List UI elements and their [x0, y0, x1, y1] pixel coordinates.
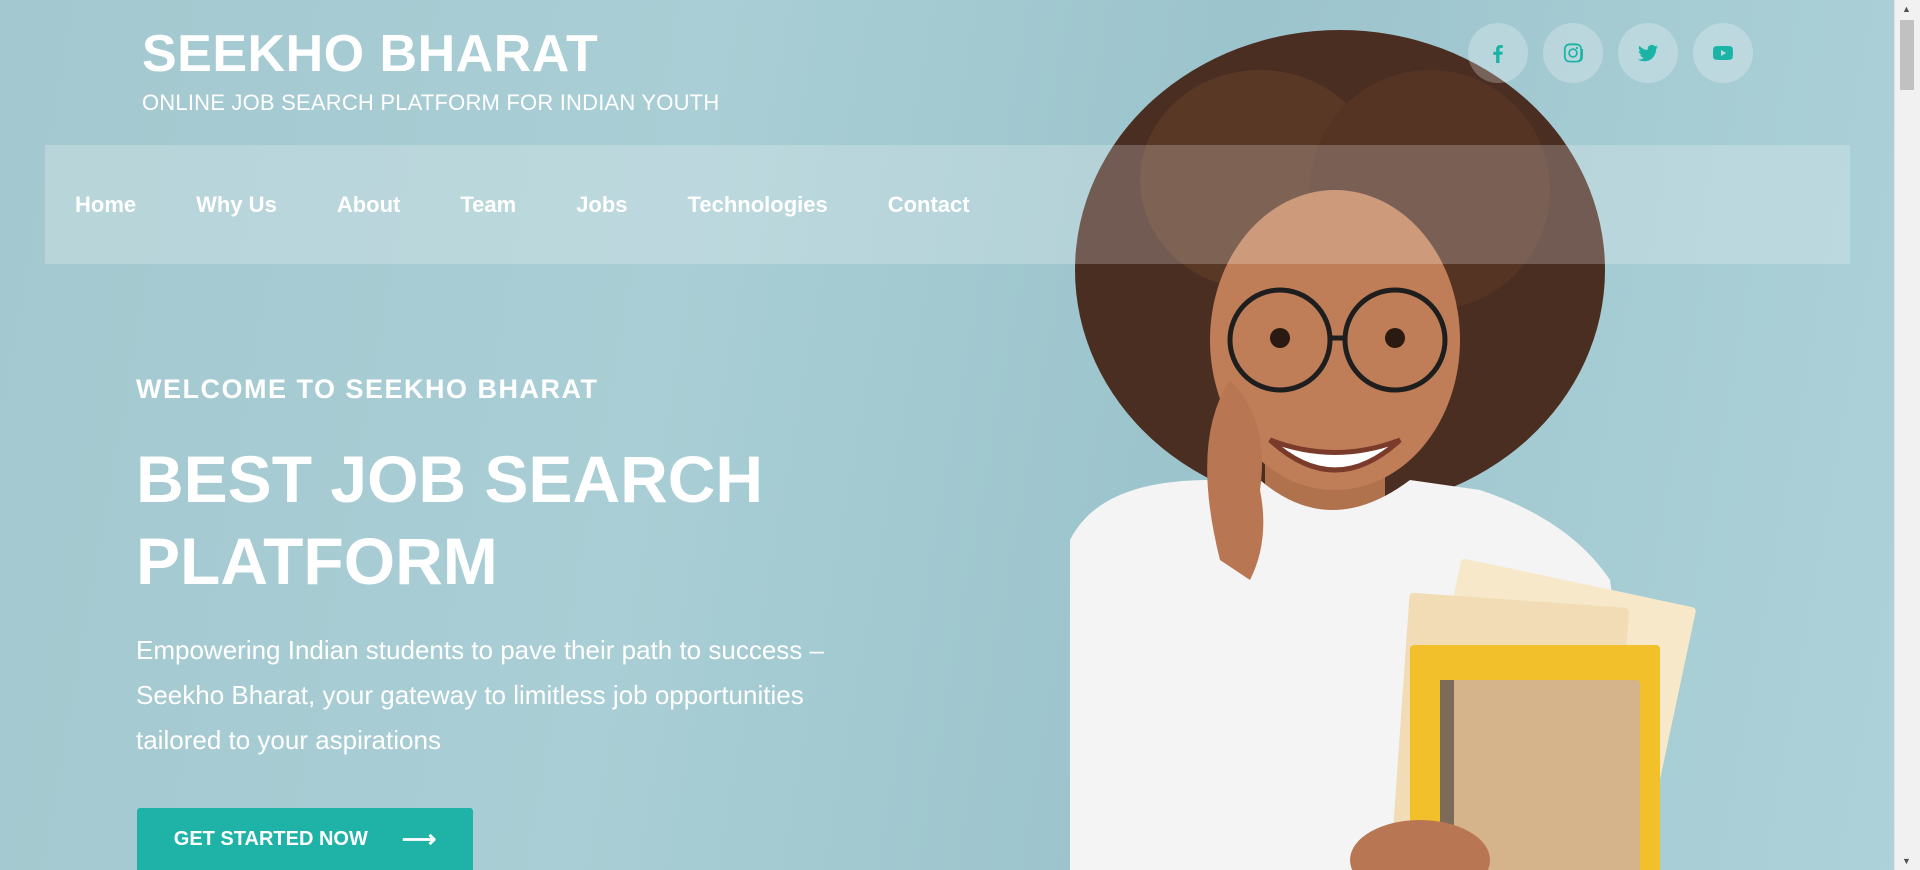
- nav-about[interactable]: About: [337, 192, 401, 218]
- scroll-thumb[interactable]: [1900, 20, 1914, 90]
- social-links: [1468, 23, 1753, 83]
- landing-page: SEEKHO BHARAT ONLINE JOB SEARCH PLATFORM…: [0, 0, 1920, 870]
- hero-kicker: WELCOME TO SEEKHO BHARAT: [136, 374, 599, 404]
- hero-headline: BEST JOB SEARCH PLATFORM: [136, 442, 764, 598]
- facebook-icon: [1493, 45, 1503, 63]
- get-started-label: GET STARTED NOW: [173, 827, 368, 850]
- youtube-link[interactable]: [1693, 23, 1753, 83]
- youtube-icon: [1713, 46, 1733, 60]
- scroll-up-icon[interactable]: ▲: [1902, 4, 1911, 14]
- main-navigation: Home Why Us About Team Jobs Technologies…: [45, 145, 1850, 264]
- site-tagline: ONLINE JOB SEARCH PLATFORM FOR INDIAN YO…: [142, 90, 720, 115]
- nav-team[interactable]: Team: [460, 192, 516, 218]
- instagram-icon: [1563, 43, 1583, 63]
- nav-why-us[interactable]: Why Us: [196, 192, 277, 218]
- instagram-link[interactable]: [1543, 23, 1603, 83]
- twitter-link[interactable]: [1618, 23, 1678, 83]
- nav-jobs[interactable]: Jobs: [576, 192, 627, 218]
- facebook-link[interactable]: [1468, 23, 1528, 83]
- nav-technologies[interactable]: Technologies: [688, 192, 828, 218]
- get-started-button[interactable]: GET STARTED NOW ⟶: [137, 808, 473, 870]
- twitter-icon: [1638, 44, 1658, 62]
- hero-description: Empowering Indian students to pave their…: [136, 635, 824, 755]
- site-title[interactable]: SEEKHO BHARAT: [142, 24, 719, 84]
- nav-contact[interactable]: Contact: [888, 192, 970, 218]
- arrow-right-icon: ⟶: [401, 825, 437, 853]
- brand: SEEKHO BHARAT ONLINE JOB SEARCH PLATFORM…: [142, 24, 719, 116]
- scroll-down-icon[interactable]: ▼: [1902, 856, 1911, 866]
- page-scrollbar[interactable]: ▲ ▼: [1894, 0, 1920, 870]
- nav-home[interactable]: Home: [75, 192, 136, 218]
